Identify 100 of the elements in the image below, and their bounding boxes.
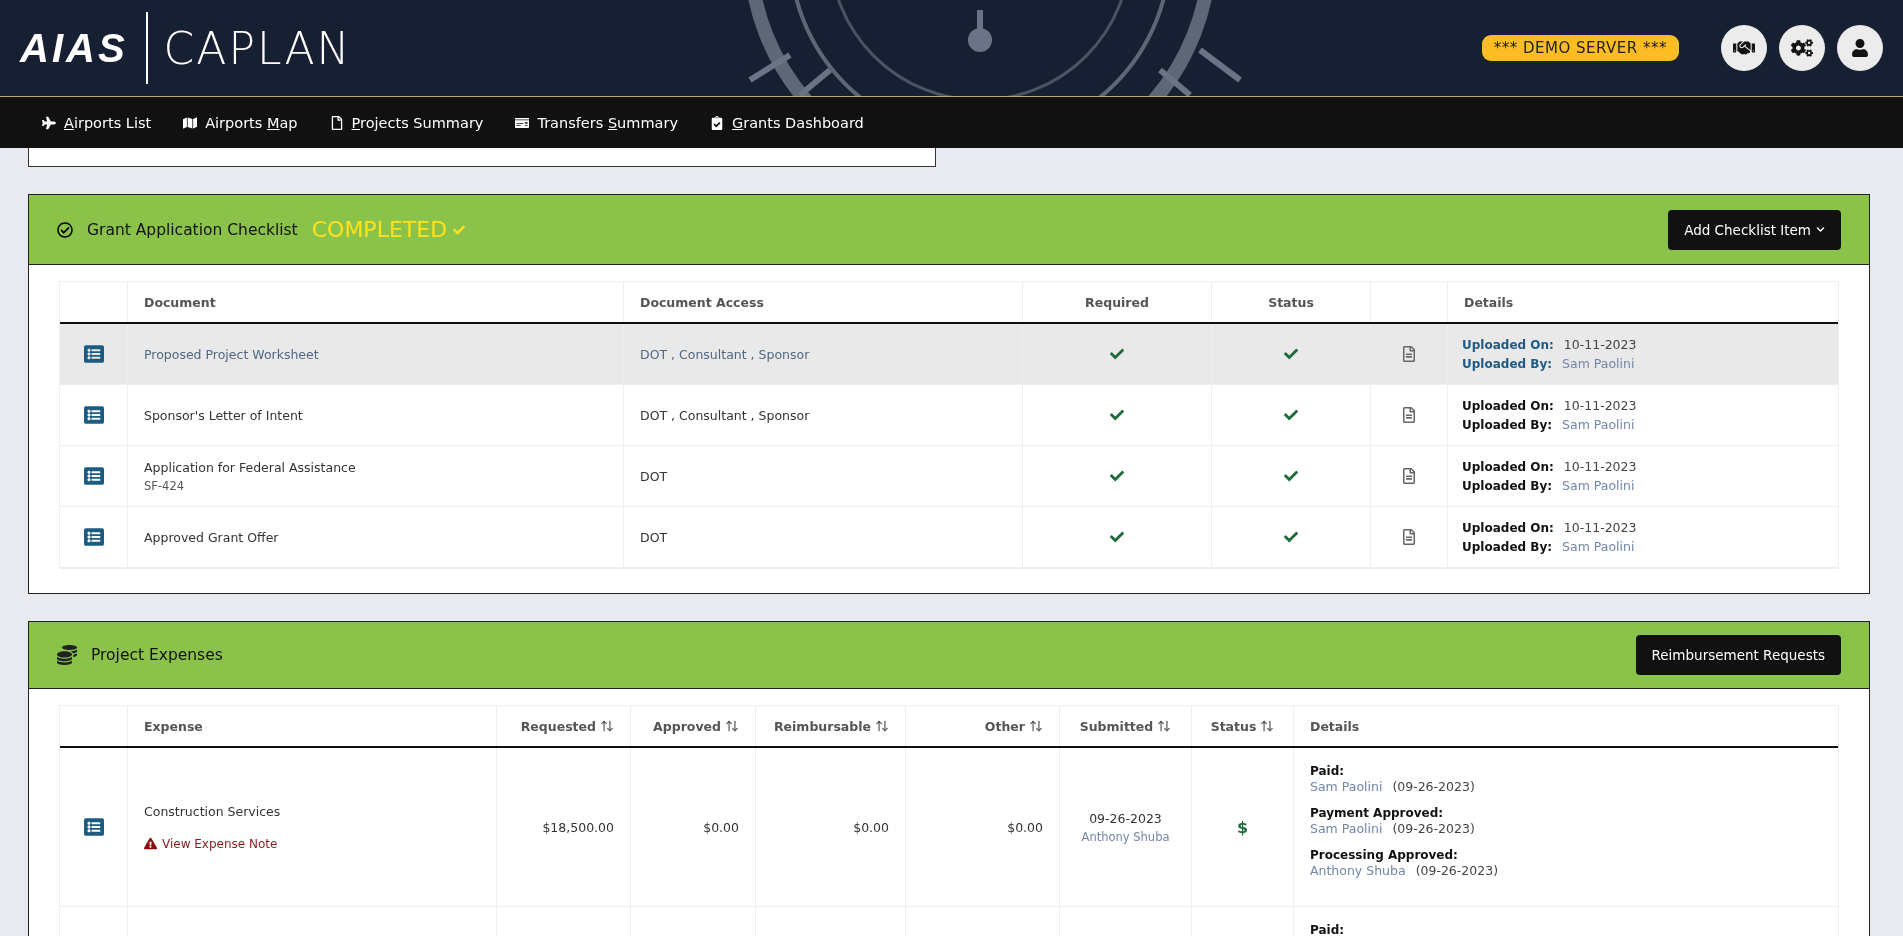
user-button[interactable] <box>1837 25 1883 71</box>
detail-label: Uploaded By: <box>1462 418 1553 432</box>
table-row[interactable]: Approved Grant Offer DOT Uploaded On: 10-11-2023 Uploaded By: Sam Paolini <box>60 507 1838 568</box>
list-icon[interactable] <box>83 817 104 837</box>
document-icon[interactable] <box>1401 407 1417 423</box>
table-row[interactable]: Sponsor's Letter of Intent DOT , Consultant , Sponsor Uploaded On: 10-11-2023 Uploaded By: Sam Paolini <box>60 385 1838 446</box>
document-icon[interactable] <box>1401 468 1417 484</box>
settings-icon <box>1791 37 1813 59</box>
detail-value: 10-11-2023 <box>1563 520 1637 535</box>
check-icon <box>453 223 466 236</box>
sort-icon[interactable] <box>725 719 739 733</box>
status-dollar: $ <box>1236 817 1249 837</box>
detail-label: Payment Approved: <box>1310 806 1444 820</box>
detail-label: Paid: <box>1310 923 1345 936</box>
detail-date: (09-26-2023) <box>1415 863 1499 878</box>
add-checklist-item-button[interactable]: Add Checklist Item <box>1668 209 1841 250</box>
nav-link[interactable]: Airports Map <box>183 114 298 131</box>
column-header: Document <box>144 294 216 310</box>
column-header[interactable]: Reimbursable <box>774 718 889 734</box>
nav-link[interactable]: Transfers Summary <box>515 114 678 131</box>
clipboard-icon <box>710 115 724 130</box>
detail-value: 10-11-2023 <box>1563 459 1637 474</box>
detail-label: Processing Approved: <box>1310 848 1458 862</box>
completed-status: COMPLETED <box>311 217 466 242</box>
plane-icon <box>42 115 56 130</box>
table-row[interactable]: Proposed Project Worksheet DOT , Consultant , Sponsor Uploaded On: 10-11-2023 Uploaded By: Sam Paolini <box>60 324 1838 385</box>
column-header: Details <box>1310 718 1360 734</box>
table-cell: DOT , Consultant , Sponsor <box>640 346 810 362</box>
app-name: CAPLAN <box>162 22 352 74</box>
sort-icon[interactable] <box>1157 719 1172 733</box>
table-cell: DOT , Consultant , Sponsor <box>640 407 810 423</box>
table-cell: SF-424 <box>144 478 184 493</box>
detail-label: Uploaded By: <box>1462 479 1553 493</box>
detail-label: Uploaded On: <box>1462 338 1554 352</box>
detail-label: Uploaded On: <box>1462 521 1554 535</box>
user-link[interactable]: Sam Paolini <box>1310 821 1383 836</box>
column-header[interactable]: Other <box>984 718 1043 734</box>
sort-icon[interactable] <box>600 719 614 733</box>
list-icon[interactable] <box>83 344 104 364</box>
table-cell: Construction Services <box>144 803 281 819</box>
warning-icon <box>144 837 157 850</box>
user-link[interactable]: Sam Paolini <box>1562 478 1635 493</box>
detail-date: (09-26-2023) <box>1392 779 1475 794</box>
column-header: Required <box>1085 294 1149 310</box>
column-header[interactable]: Submitted <box>1079 718 1172 734</box>
reimbursement-requests-button[interactable]: Reimbursement Requests <box>1635 635 1841 675</box>
document-icon[interactable] <box>1401 346 1417 362</box>
detail-value: 10-11-2023 <box>1563 337 1637 352</box>
table-cell: $0.00 <box>703 819 739 835</box>
card-title: Grant Application Checklist <box>87 220 298 239</box>
document-icon[interactable] <box>1401 529 1417 545</box>
list-icon[interactable] <box>83 466 104 486</box>
nav-link[interactable]: Grants Dashboard <box>710 114 864 131</box>
nav-link[interactable]: Projects Summary <box>329 114 484 131</box>
detail-label: Uploaded By: <box>1462 357 1553 371</box>
money-check-icon <box>515 115 530 130</box>
user-icon <box>1851 39 1869 57</box>
column-header: Expense <box>144 718 203 734</box>
table-cell: Approved Grant Offer <box>144 529 279 545</box>
table-cell: $18,500.00 <box>542 819 614 835</box>
user-link[interactable]: Anthony Shuba <box>1310 863 1406 878</box>
table-cell: 09-26-2023 <box>1089 810 1162 826</box>
server-badge: *** DEMO SERVER *** <box>1481 35 1679 61</box>
column-header: Details <box>1464 294 1514 310</box>
sort-icon[interactable] <box>1260 719 1275 733</box>
column-header: Status <box>1268 294 1314 310</box>
logo: AIAS <box>20 12 148 84</box>
detail-value: 10-11-2023 <box>1563 398 1637 413</box>
map-icon <box>183 115 198 130</box>
column-header[interactable]: Approved <box>653 718 739 734</box>
table-cell: $0.00 <box>853 819 889 835</box>
list-icon[interactable] <box>83 527 104 547</box>
user-link[interactable]: Sam Paolini <box>1310 779 1383 794</box>
table-cell: DOT <box>640 468 668 484</box>
sort-icon[interactable] <box>875 719 889 733</box>
list-icon[interactable] <box>83 405 104 425</box>
table-row[interactable]: Application for Federal Assistance SF-424 DOT Uploaded On: 10-11-2023 Uploaded By: Sam Paolini <box>60 446 1838 507</box>
column-header: Document Access <box>640 294 764 310</box>
table-cell: Application for Federal Assistance <box>144 459 356 475</box>
coins-icon <box>57 645 77 665</box>
sort-icon[interactable] <box>1029 719 1043 733</box>
detail-label: Uploaded On: <box>1462 399 1554 413</box>
detail-label: Uploaded On: <box>1462 460 1554 474</box>
expense-note-link[interactable]: View Expense Note <box>144 836 278 851</box>
file-icon <box>329 115 344 130</box>
detail-date: (09-26-2023) <box>1392 821 1475 836</box>
detail-label: Uploaded By: <box>1462 540 1553 554</box>
column-header[interactable]: Status <box>1210 718 1275 734</box>
settings-button[interactable] <box>1779 25 1825 71</box>
table-cell: Proposed Project Worksheet <box>144 346 319 362</box>
handshake-button[interactable] <box>1721 25 1767 71</box>
table-cell: DOT <box>640 529 668 545</box>
table-cell: $0.00 <box>1007 819 1043 835</box>
detail-label: Paid: <box>1310 764 1345 778</box>
user-link[interactable]: Sam Paolini <box>1562 417 1635 432</box>
table-cell: Sponsor's Letter of Intent <box>144 407 303 423</box>
user-link[interactable]: Sam Paolini <box>1562 539 1635 554</box>
column-header[interactable]: Requested <box>520 718 614 734</box>
user-link[interactable]: Anthony Shuba <box>1081 829 1170 844</box>
nav-link[interactable]: Airports List <box>42 114 152 131</box>
